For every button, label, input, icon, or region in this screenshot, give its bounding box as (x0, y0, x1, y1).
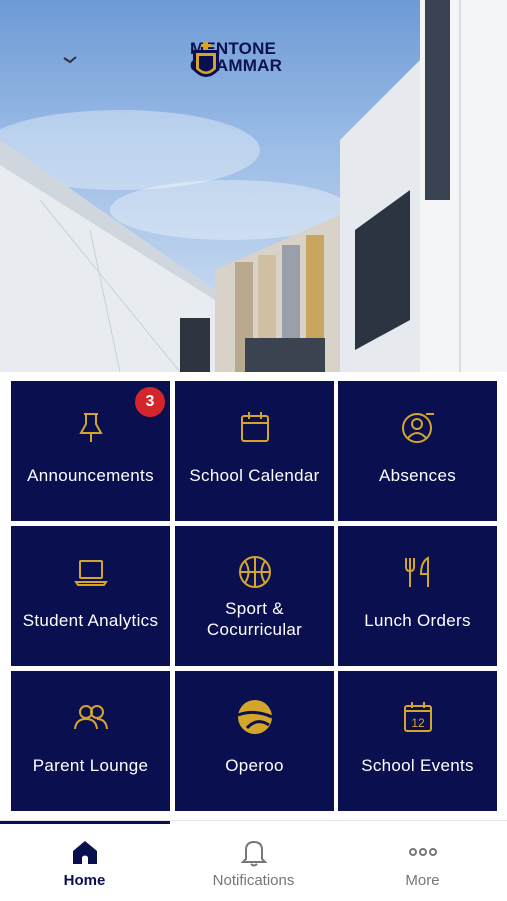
menu-grid: Announcements 3 School Calendar Absences… (11, 381, 497, 812)
pin-icon (78, 413, 103, 442)
tile-label: Parent Lounge (32, 756, 149, 775)
tab-label: Home (63, 872, 106, 889)
tab-more[interactable]: More (338, 821, 507, 901)
calendar-12-icon: 12 (403, 702, 432, 732)
home-icon (72, 841, 97, 864)
more-dots-icon (408, 848, 437, 856)
school-logo: MENTONE GRAMMAR (190, 40, 282, 77)
tile-label-line-1: Sport & (225, 599, 284, 618)
tile-label: Student Analytics (22, 611, 159, 630)
fork-knife-icon (404, 556, 429, 587)
hero-banner: MENTONE GRAMMAR (0, 0, 507, 372)
tile-label: Announcements (27, 466, 154, 485)
users-icon (73, 705, 108, 730)
bottom-tab-bar: Home Notifications More (0, 820, 507, 901)
calendar-icon (240, 412, 269, 442)
user-minus-icon (401, 413, 434, 443)
tab-label: More (405, 872, 440, 889)
tab-label: Notifications (212, 872, 295, 889)
operoo-logo-icon (237, 700, 273, 734)
tile-student-analytics[interactable]: Student Analytics (11, 526, 170, 666)
tile-label-line-2: Cocurricular (206, 620, 303, 639)
notification-badge: 3 (135, 387, 165, 417)
tile-label: School Events (361, 756, 474, 775)
tile-sport-cocurricular[interactable]: Sport & Cocurricular (175, 526, 334, 666)
tile-label: Sport & Cocurricular (175, 598, 334, 640)
tile-label: Operoo (225, 756, 284, 775)
laptop-icon (73, 560, 108, 586)
tile-label: Absences (378, 466, 457, 485)
tab-notifications[interactable]: Notifications (169, 821, 338, 901)
basketball-icon (238, 556, 271, 588)
tile-operoo[interactable]: Operoo (175, 671, 334, 811)
crest-icon (193, 42, 219, 77)
tile-school-calendar[interactable]: School Calendar (175, 381, 334, 521)
tile-lunch-orders[interactable]: Lunch Orders (338, 526, 497, 666)
tile-announcements[interactable]: Announcements 3 (11, 381, 170, 521)
tile-parent-lounge[interactable]: Parent Lounge (11, 671, 170, 811)
tile-absences[interactable]: Absences (338, 381, 497, 521)
tile-school-events[interactable]: 12 School Events (338, 671, 497, 811)
tile-label: School Calendar (189, 466, 320, 485)
tile-label: Lunch Orders (364, 611, 471, 630)
calendar-day-number: 12 (411, 716, 425, 730)
bell-icon (240, 840, 267, 867)
tab-home[interactable]: Home (0, 821, 169, 901)
